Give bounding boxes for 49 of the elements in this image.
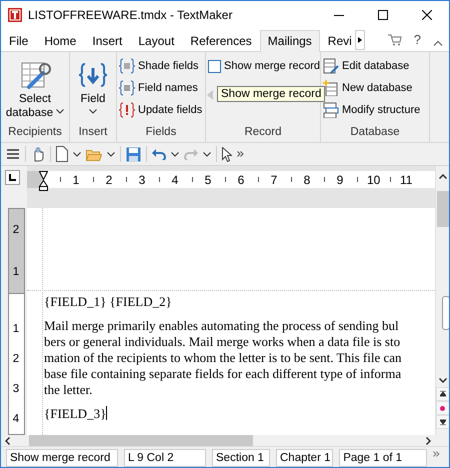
ruler-number: 1 (12, 266, 20, 278)
ruler-number: 3 (138, 172, 146, 186)
window-title: LISTOFFREEWARE.tmdx - TextMaker (28, 8, 232, 22)
ribbon-button[interactable]: Shade fields (118, 56, 204, 76)
status-field: Chapter 1 (276, 449, 334, 467)
ribbon-button[interactable]: Edit database (322, 56, 428, 76)
select-database-button[interactable]: Select database (2, 56, 68, 120)
status-field: Page 1 of 1 (339, 449, 428, 467)
status-field: Show merge record (6, 449, 118, 467)
status-field: L 9 Col 2 (124, 449, 206, 467)
ruler-number: 10 (367, 172, 379, 186)
ruler-number: 7 (270, 172, 278, 186)
group-label: Recipients (7, 125, 63, 140)
tooltip: Show merge record (217, 86, 326, 102)
ruler-number: 6 (236, 172, 246, 186)
merge-field-text: {FIELD_3} (44, 406, 106, 421)
ruler-number: 1 (12, 323, 20, 335)
ruler-number: 2 (12, 353, 20, 365)
field-button[interactable]: Field (71, 56, 115, 114)
menu-tab[interactable]: Home (36, 30, 84, 52)
merge-field-text: {FIELD_1} {FIELD_2} (44, 294, 172, 309)
ruler-number: 5 (204, 172, 212, 186)
group-label: Fields (144, 125, 178, 140)
body-paragraph: Mail merge primarily enables automating the process of sending bul bers or general individuals. Mail merge works when a data file is sto mation of the recipients to whom the letter is to be sent. This file can base file containing separate fields for each different type of informa the letter. (44, 318, 402, 398)
ruler-number: 4 (170, 172, 180, 186)
ruler-number: 8 (302, 172, 312, 186)
status-field: Section 1 (212, 449, 270, 467)
ruler-number: 1 (72, 172, 80, 186)
horizontal-ruler[interactable]: 1 2 3 4 5 6 7 8 9 10 11 (27, 171, 435, 188)
show-merge-record-checkbox[interactable]: Show merge record (207, 56, 319, 76)
menu-tab[interactable]: Revi (320, 30, 355, 52)
menu-tab[interactable]: Insert (84, 30, 130, 52)
ruler-number: 3 (12, 383, 20, 395)
ruler-number: 4 (12, 413, 20, 425)
menu-tab[interactable]: Mailings (260, 30, 320, 52)
ruler-number: 9 (336, 172, 344, 186)
menu-tab[interactable]: File (1, 30, 36, 52)
group-label: Insert (78, 125, 108, 140)
menu-tab[interactable]: References (182, 30, 260, 52)
menu-tab[interactable]: Layout (130, 30, 182, 52)
help-button[interactable]: ? (414, 32, 421, 47)
group-label: Record (243, 125, 283, 140)
ribbon-button[interactable]: Modify structure (322, 100, 428, 120)
ribbon-button[interactable]: Update fields (118, 100, 204, 120)
ruler-number: 2 (12, 224, 20, 236)
ruler-number: 2 (104, 172, 114, 186)
ruler-number: 11 (400, 172, 412, 186)
ribbon-button[interactable]: Field names (118, 78, 204, 98)
group-label: Database (349, 125, 401, 140)
